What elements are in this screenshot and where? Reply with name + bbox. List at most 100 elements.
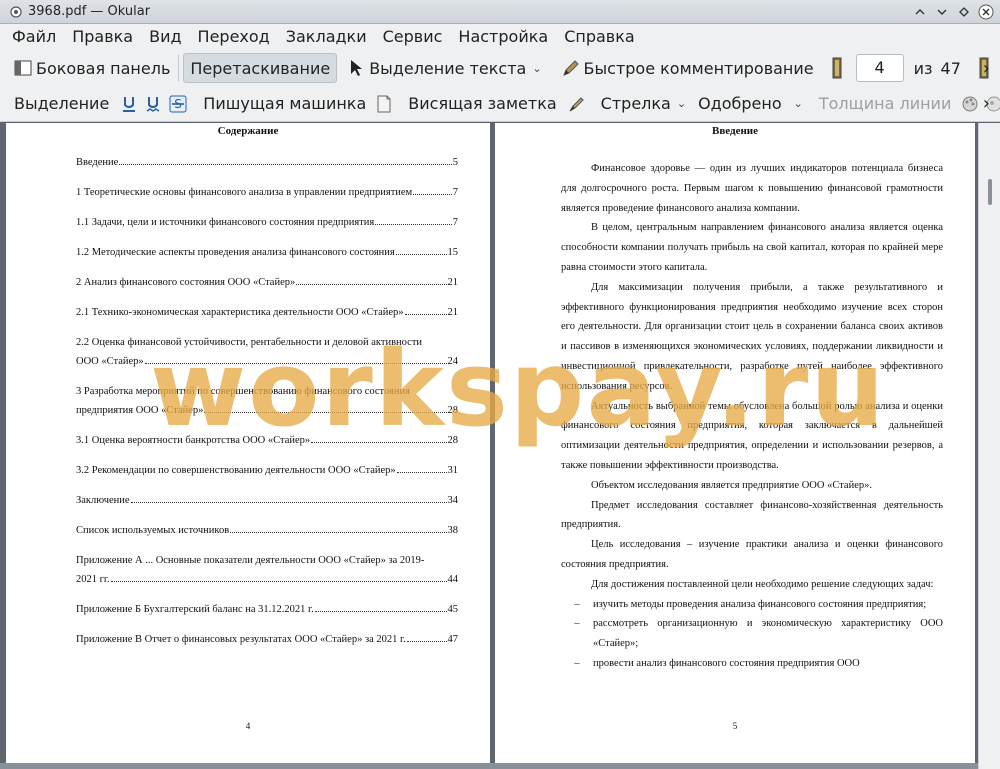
toc-entry-page: 28: [447, 435, 459, 446]
toc-entry: Приложение А ... Основные показатели дея…: [76, 551, 458, 589]
menu-tools[interactable]: Сервис: [375, 24, 451, 50]
previous-page-icon[interactable]: [828, 57, 846, 79]
toolbar-overflow-button[interactable]: ›: [979, 53, 994, 83]
chevron-down-icon[interactable]: ⌄: [532, 62, 541, 75]
chevron-down-icon[interactable]: ⌄: [794, 97, 803, 110]
toc-leader: [230, 532, 447, 533]
menu-help[interactable]: Справка: [556, 24, 643, 50]
highlight-label: Выделение: [14, 94, 110, 113]
task-list-item: – рассмотреть организационную и экономиче…: [561, 614, 943, 654]
maximize-button[interactable]: [956, 4, 972, 20]
highlight-tool[interactable]: Выделение: [10, 89, 113, 119]
page-total-label: 47: [940, 58, 961, 78]
toc-entry: Приложение В Отчет о финансовых результа…: [76, 630, 458, 649]
color-palette-icon[interactable]: [961, 95, 979, 113]
toc-entry-text: Список используемых источников: [76, 525, 230, 536]
close-button[interactable]: [978, 4, 994, 20]
page-4: Содержание Введение 5 1 Теоретические осно…: [6, 123, 490, 763]
quick-comment-label: Быстрое комментирование: [583, 58, 814, 78]
page-number-input[interactable]: 4: [855, 54, 904, 82]
chevron-down-icon[interactable]: ⌄: [677, 97, 686, 110]
toc-entry-page: 44: [447, 574, 459, 585]
stamp-tool[interactable]: Одобрено ⌄: [694, 89, 807, 119]
toc-entry: Введение 5: [76, 153, 458, 172]
line-width-label: Толщина линии: [818, 94, 952, 113]
toc-entry-text: ООО «Стайер»: [76, 356, 144, 367]
toc-entry: Приложение Б Бухгалтерский баланс на 31.…: [76, 600, 458, 619]
menu-bookmarks[interactable]: Закладки: [278, 24, 375, 50]
squiggle-underline-icon[interactable]: [145, 95, 161, 113]
arrow-label: Стрелка: [600, 94, 671, 113]
toc-entry-text: Введение: [76, 157, 119, 168]
toc-entry-text: 2 Анализ финансового состояния ООО «Стай…: [76, 277, 296, 288]
toc-entry: Список используемых источников 38: [76, 521, 458, 540]
typewriter-tool[interactable]: Пишущая машинка: [199, 89, 370, 119]
table-of-contents: Введение 5 1 Теоретические основы финансов…: [76, 153, 458, 660]
toc-leader: [311, 442, 447, 443]
toc-entry-page: 45: [447, 604, 459, 615]
toc-entry-text: 1.1 Задачи, цели и источники финансового…: [76, 217, 375, 228]
toc-leader: [204, 412, 447, 413]
toc-entry-text: Приложение В Отчет о финансовых результа…: [76, 634, 406, 645]
drag-mode-label: Перетаскивание: [190, 58, 331, 78]
toc-entry-page: 7: [452, 187, 458, 198]
menu-view[interactable]: Вид: [141, 24, 189, 50]
toc-leader: [296, 284, 447, 285]
toc-heading: Содержание: [217, 125, 279, 137]
list-dash: –: [574, 657, 580, 669]
text-select-button[interactable]: Выделение текста ⌄: [343, 53, 545, 83]
vertical-scrollbar[interactable]: [978, 123, 1000, 769]
toc-entry-page: 21: [447, 277, 459, 288]
toc-leader: [375, 224, 452, 225]
menubar: Файл Правка Вид Переход Закладки Сервис …: [0, 24, 1000, 50]
toc-entry-page: 47: [447, 634, 459, 645]
list-dash: –: [574, 618, 580, 630]
menu-edit[interactable]: Правка: [64, 24, 141, 50]
toc-leader: [395, 254, 447, 255]
task-list-item: – изучить методы проведения анализа финан…: [561, 595, 943, 615]
toc-entry-page: 34: [447, 495, 459, 506]
okular-app-icon: [8, 4, 24, 20]
list-item-text: рассмотреть организационную и экономичес…: [593, 618, 943, 650]
toc-entry-text: 2021 гг.: [76, 574, 110, 585]
sidebar-label: Боковая панель: [36, 58, 171, 78]
arrow-tool[interactable]: Стрелка ⌄: [597, 89, 690, 119]
minimize-button[interactable]: [934, 4, 950, 20]
brush-icon[interactable]: [567, 95, 585, 113]
popup-note-tool[interactable]: Висящая заметка: [404, 89, 560, 119]
menu-go[interactable]: Переход: [190, 24, 278, 50]
menu-settings[interactable]: Настройка: [450, 24, 556, 50]
window-titlebar[interactable]: 3968.pdf — Okular: [0, 0, 1000, 24]
toc-entry-text: Приложение Б Бухгалтерский баланс на 31.…: [76, 604, 314, 615]
toc-entry-page: 21: [447, 307, 459, 318]
toc-entry: 2 Анализ финансового состояния ООО «Стай…: [76, 273, 458, 292]
toc-leader: [404, 314, 447, 315]
list-dash: –: [574, 598, 580, 610]
window-title: 3968.pdf — Okular: [28, 4, 151, 19]
pen-icon: [562, 59, 580, 77]
menu-file[interactable]: Файл: [0, 24, 64, 50]
underline-icon[interactable]: [121, 95, 137, 113]
toc-entry-text: 2.1 Технико-экономическая характеристика…: [76, 307, 404, 318]
scrollbar-thumb[interactable]: [988, 179, 992, 205]
toc-entry-page: 7: [452, 217, 458, 228]
toc-entry: 2.1 Технико-экономическая характеристика…: [76, 303, 458, 322]
quick-comment-button[interactable]: Быстрое комментирование: [558, 53, 818, 83]
drag-mode-button[interactable]: Перетаскивание: [183, 53, 338, 83]
sidebar-toggle-button[interactable]: Боковая панель: [10, 53, 174, 83]
note-icon[interactable]: [376, 95, 392, 113]
toc-entry-page: 31: [447, 465, 459, 476]
intro-paragraph: Финансовое здоровье — один из лучших инд…: [561, 163, 943, 214]
intro-paragraph: В целом, центральным направлением финанс…: [561, 222, 943, 273]
strikethrough-icon[interactable]: S: [169, 95, 187, 113]
toc-entry-page: 24: [447, 356, 459, 367]
toc-leader: [144, 363, 447, 364]
toc-leader: [406, 641, 447, 642]
toolbar-overflow-button[interactable]: ›: [979, 89, 994, 119]
line-width-tool[interactable]: Толщина линии: [815, 89, 956, 119]
expand-up-icon[interactable]: [912, 4, 928, 20]
list-item-text: изучить методы проведения анализа финанс…: [593, 598, 927, 610]
bottom-edge: [0, 763, 978, 769]
document-viewer[interactable]: Содержание Введение 5 1 Теоретические осно…: [0, 123, 1000, 769]
page-of-label: из: [913, 58, 933, 78]
